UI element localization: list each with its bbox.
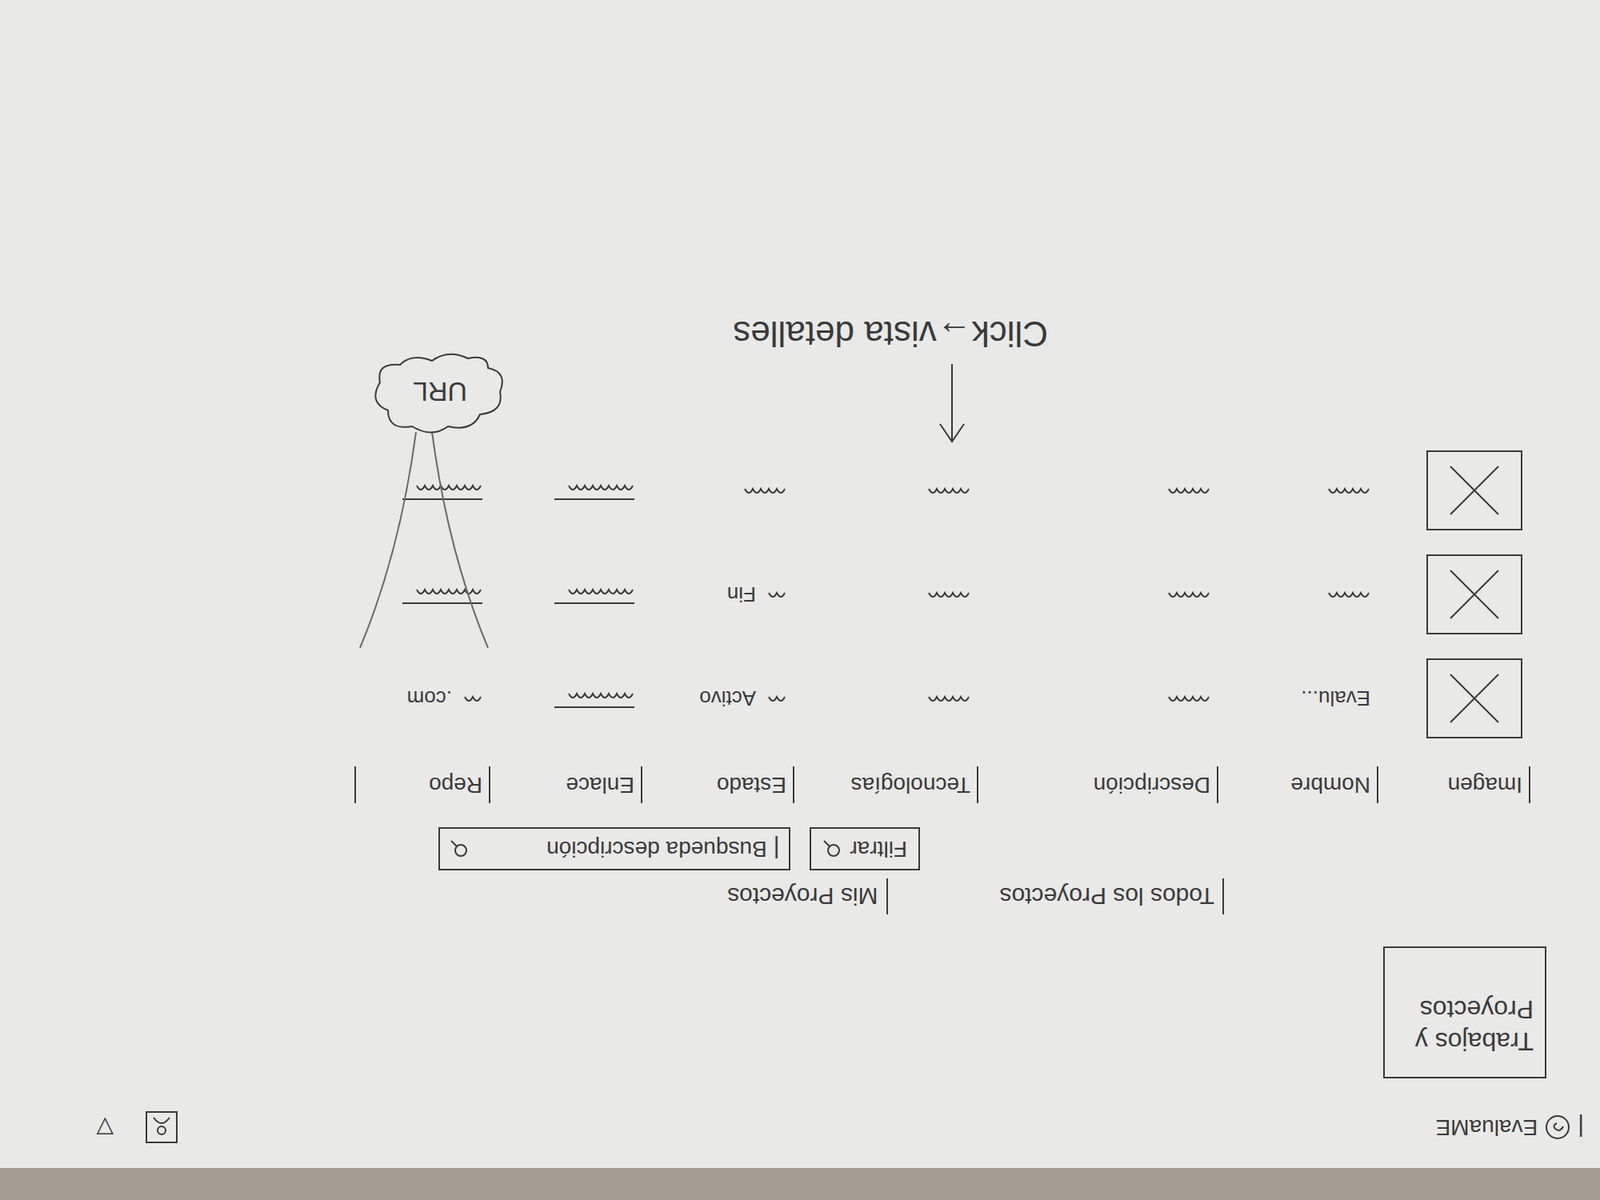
table-cell <box>642 484 795 497</box>
scribble-icon <box>562 480 635 494</box>
table-row[interactable]: Evalu... Activo .com <box>354 646 1531 751</box>
scribble-icon <box>762 588 787 601</box>
filter-bar: Filtrar | <box>0 827 1600 871</box>
sketch-sheet: | EvaluaME ▽ Trabajos y Proyectos Todos … <box>0 0 1600 1200</box>
scribble-icon <box>1322 588 1371 601</box>
table-cell <box>978 588 1219 601</box>
search-icon <box>449 839 469 859</box>
table-row[interactable]: Fin <box>354 542 1531 647</box>
scribble-icon <box>458 692 483 705</box>
column-header[interactable]: Repo <box>354 766 491 804</box>
image-placeholder <box>1426 450 1523 531</box>
column-header[interactable]: Enlace <box>490 766 643 804</box>
table-cell <box>978 692 1219 705</box>
logo-text: EvaluaME <box>1436 1110 1539 1144</box>
scribble-icon <box>922 588 971 601</box>
scribble-icon <box>562 584 635 598</box>
column-header[interactable]: Imagen <box>1378 766 1531 804</box>
filter-button[interactable]: Filtrar <box>809 827 920 871</box>
table-cell <box>1378 450 1531 531</box>
scribble-icon <box>1162 692 1211 705</box>
table-row[interactable] <box>354 438 1531 543</box>
tab-bar: Todos los Proyectos Mis Proyectos <box>0 878 1600 915</box>
cross-icon <box>1442 462 1507 519</box>
table-cell <box>794 588 979 601</box>
column-header[interactable]: Tecnologías <box>794 766 979 804</box>
table-cell <box>354 480 491 500</box>
table-cell: Fin <box>642 579 795 611</box>
table-cell: Activo <box>642 683 795 715</box>
user-avatar[interactable] <box>145 1111 178 1144</box>
table-cell <box>1378 554 1531 635</box>
column-header[interactable]: Descripción <box>978 766 1219 804</box>
table-cell <box>794 692 979 705</box>
user-menu[interactable]: ▽ <box>96 1110 178 1144</box>
table-header: ImagenNombreDescripciónTecnologíasEstado… <box>354 766 1531 804</box>
link-placeholder[interactable] <box>554 480 635 500</box>
search-field: | <box>438 827 791 871</box>
dropdown-arrow[interactable]: ▽ <box>96 1110 114 1144</box>
cross-icon <box>1442 566 1507 623</box>
scribble-icon <box>762 692 787 705</box>
table-body: Evalu... Activo .com Fin <box>354 438 1531 751</box>
tab[interactable]: Todos los Proyectos <box>1000 878 1224 915</box>
table-cell <box>978 484 1219 497</box>
scribble-icon <box>1162 588 1211 601</box>
scribble-icon <box>562 688 635 702</box>
table-cell <box>1378 658 1531 739</box>
arrow-icon <box>936 364 968 444</box>
click-note: Click→vista detalles <box>732 307 1048 360</box>
table-cell <box>1218 588 1379 601</box>
column-header[interactable]: Nombre <box>1218 766 1379 804</box>
link-placeholder[interactable] <box>554 584 635 604</box>
projects-table: ImagenNombreDescripciónTecnologíasEstado… <box>354 438 1531 804</box>
image-placeholder <box>1426 554 1523 635</box>
url-pointer-lines <box>352 432 496 648</box>
scribble-icon <box>922 692 971 705</box>
search-input[interactable] <box>475 832 767 866</box>
scribble-icon <box>410 584 483 598</box>
search-icon <box>822 839 842 859</box>
image-placeholder <box>1426 658 1523 739</box>
cross-icon <box>1442 670 1507 727</box>
table-cell: Evalu... <box>1218 683 1379 715</box>
table-cell <box>794 484 979 497</box>
table-cell <box>1218 484 1379 497</box>
user-icon <box>150 1116 173 1139</box>
scribble-icon <box>410 480 483 494</box>
tab[interactable]: Mis Proyectos <box>727 878 888 915</box>
top-bar: | EvaluaME ▽ <box>0 1110 1600 1168</box>
url-note: URL <box>368 348 512 436</box>
scribble-icon <box>1322 484 1371 497</box>
table-cell <box>490 480 643 500</box>
logo-icon <box>1544 1113 1572 1141</box>
scribble-icon <box>738 484 787 497</box>
scribble-icon <box>1162 484 1211 497</box>
desk-strip <box>0 1168 1600 1200</box>
table-cell <box>490 584 643 604</box>
table-cell: .com <box>354 683 491 715</box>
column-header[interactable]: Estado <box>642 766 795 804</box>
link-placeholder[interactable] <box>554 688 635 708</box>
projects-nav-button[interactable]: Trabajos y Proyectos <box>1383 946 1547 1079</box>
scribble-icon <box>922 484 971 497</box>
logo[interactable]: | EvaluaME <box>1436 1110 1584 1144</box>
table-cell <box>490 688 643 708</box>
